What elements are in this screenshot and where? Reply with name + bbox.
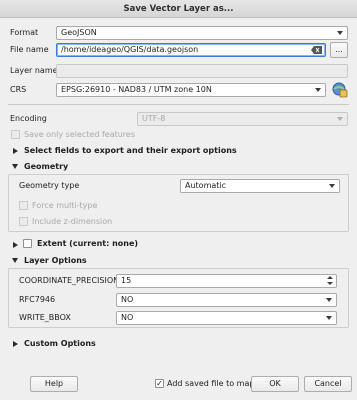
rfc7946-select[interactable]: NO — [116, 293, 337, 307]
force-multi-type-checkbox[interactable] — [19, 201, 28, 210]
option-name: RFC7946 — [19, 295, 56, 304]
chevron-down-icon — [326, 316, 332, 320]
clear-icon[interactable] — [311, 46, 322, 54]
layer-name-label: Layer name — [10, 66, 58, 75]
crs-value: EPSG:26910 - NAD83 / UTM zone 10N — [61, 85, 212, 94]
crs-select[interactable]: EPSG:26910 - NAD83 / UTM zone 10N — [56, 83, 326, 97]
layer-name-input[interactable] — [56, 64, 348, 78]
file-name-label: File name — [10, 45, 49, 54]
format-select[interactable]: GeoJSON — [56, 26, 348, 40]
chevron-down-icon — [337, 31, 343, 35]
collapse-arrow-icon[interactable] — [12, 164, 18, 169]
encoding-select[interactable]: UTF-8 — [137, 112, 348, 126]
save-only-selected-label: Save only selected features — [24, 130, 136, 139]
coordinate-precision-spinbox[interactable]: 15 — [116, 274, 337, 288]
expand-arrow-icon[interactable] — [13, 242, 18, 248]
option-name: COORDINATE_PRECISION — [19, 276, 120, 285]
geometry-header[interactable]: Geometry — [24, 161, 68, 173]
cancel-button[interactable]: Cancel — [304, 376, 352, 392]
spin-arrows-icon[interactable] — [327, 276, 334, 286]
extent-header[interactable]: Extent (current: none) — [37, 238, 138, 250]
write-bbox-select[interactable]: NO — [116, 311, 337, 325]
force-multi-type-label: Force multi-type — [32, 201, 98, 210]
save-only-selected-checkbox[interactable] — [11, 130, 20, 139]
crs-selector-icon[interactable] — [331, 81, 348, 98]
browse-button[interactable]: ... — [330, 42, 348, 58]
crs-label: CRS — [10, 85, 27, 94]
select-fields-header[interactable]: Select fields to export and their export… — [24, 145, 237, 157]
help-button[interactable]: Help — [30, 376, 78, 392]
expand-arrow-icon[interactable] — [13, 341, 18, 347]
geometry-type-label: Geometry type — [19, 181, 80, 190]
divider — [8, 104, 349, 105]
file-name-value: /home/ideageo/QGIS/data.geojson — [61, 45, 199, 54]
add-to-map-checkbox[interactable]: ✓ — [155, 379, 164, 388]
ok-button[interactable]: OK — [251, 376, 299, 392]
chevron-down-icon — [315, 88, 321, 92]
custom-options-header[interactable]: Custom Options — [24, 338, 96, 350]
option-value: NO — [121, 295, 134, 304]
extent-checkbox[interactable] — [23, 239, 32, 248]
format-label: Format — [10, 28, 39, 37]
include-z-label: Include z-dimension — [32, 217, 113, 226]
encoding-value: UTF-8 — [142, 114, 166, 123]
option-value: 15 — [121, 276, 132, 285]
include-z-checkbox[interactable] — [19, 217, 28, 226]
format-value: GeoJSON — [61, 28, 97, 37]
geometry-type-value: Automatic — [185, 181, 227, 190]
encoding-label: Encoding — [10, 114, 47, 123]
collapse-arrow-icon[interactable] — [12, 258, 18, 263]
chevron-down-icon — [329, 184, 335, 188]
geometry-type-select[interactable]: Automatic — [180, 179, 340, 193]
option-value: NO — [121, 313, 134, 322]
add-to-map-label: Add saved file to map — [167, 379, 255, 388]
window-title: Save Vector Layer as... — [0, 0, 357, 18]
option-name: WRITE_BBOX — [19, 313, 71, 322]
file-name-input[interactable]: /home/ideageo/QGIS/data.geojson — [56, 43, 326, 57]
chevron-down-icon — [326, 298, 332, 302]
layer-options-header[interactable]: Layer Options — [24, 255, 87, 267]
expand-arrow-icon[interactable] — [13, 148, 18, 154]
chevron-down-icon — [337, 117, 343, 121]
